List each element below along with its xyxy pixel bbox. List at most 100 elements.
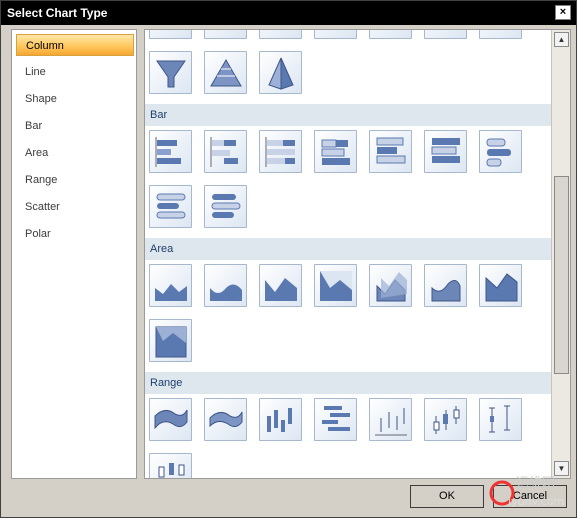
bar-chart-tile[interactable] (369, 130, 412, 173)
vertical-scrollbar[interactable]: ▲ ▼ (551, 30, 570, 478)
chart-tile[interactable] (424, 30, 467, 39)
chart-gallery-pane: Bar Area Range ▲ ▼ (144, 29, 571, 479)
range-area-icon (154, 409, 188, 430)
pyramid-3d-chart-tile[interactable] (259, 51, 302, 94)
errorbar-icon (489, 405, 510, 433)
category-column[interactable]: Column (16, 34, 134, 56)
chart-tile[interactable] (479, 30, 522, 39)
category-label: Area (25, 147, 49, 159)
category-area[interactable]: Area (16, 142, 134, 164)
area-chart-tile[interactable] (204, 264, 247, 307)
watermark-logo-icon: 运维网 iyunv.com (489, 476, 564, 508)
pyramid-3d-icon (268, 57, 294, 90)
pyramid-icon (210, 58, 242, 87)
chart-category-list: Column Line Shape Bar Area Range Scatter… (11, 29, 137, 479)
area-chart-tile[interactable] (314, 264, 357, 307)
category-scatter[interactable]: Scatter (16, 196, 134, 218)
area-3d-smooth-icon (431, 280, 461, 302)
category-label: Scatter (25, 201, 60, 213)
chart-gallery: Bar Area Range (145, 30, 551, 478)
bar-chart-tile[interactable] (424, 130, 467, 173)
chart-tile[interactable] (259, 30, 302, 39)
area-3d-stacked-icon (485, 273, 518, 302)
category-label: Line (25, 66, 46, 78)
funnel-icon (156, 60, 186, 88)
bar-clustered-icon (210, 137, 238, 167)
close-button[interactable]: × (555, 5, 571, 20)
bar-chart-tile[interactable] (149, 130, 192, 173)
bar-cylinder-100-icon (211, 194, 241, 218)
area-chart-tile[interactable] (369, 264, 412, 307)
group-header-bar: Bar (145, 104, 551, 126)
bar-chart-tile[interactable] (259, 130, 302, 173)
area-3d-icon (376, 272, 407, 302)
bar-chart-tile[interactable] (204, 130, 247, 173)
bar-stacked-icon (155, 137, 181, 167)
bar-cylinder-stacked-icon (156, 193, 186, 219)
range-chart-tile[interactable] (314, 398, 357, 441)
category-line[interactable]: Line (16, 61, 134, 83)
watermark: 运维网 iyunv.com (486, 471, 576, 513)
pyramid-chart-tile[interactable] (204, 51, 247, 94)
chart-tile[interactable] (204, 30, 247, 39)
group-header-range: Range (145, 372, 551, 394)
category-bar[interactable]: Bar (16, 115, 134, 137)
range-chart-tile[interactable] (424, 398, 467, 441)
category-range[interactable]: Range (16, 169, 134, 191)
category-shape[interactable]: Shape (16, 88, 134, 110)
category-label: Shape (25, 93, 57, 105)
area-icon (155, 284, 187, 301)
scroll-up-arrow[interactable]: ▲ (554, 32, 569, 47)
area-chart-tile[interactable] (259, 264, 302, 307)
bar-chart-tile[interactable] (314, 130, 357, 173)
ok-button[interactable]: OK (410, 485, 484, 508)
range-chart-tile[interactable] (259, 398, 302, 441)
bar-chart-tile[interactable] (479, 130, 522, 173)
bar-100-icon (265, 137, 295, 167)
range-bar-icon (322, 406, 350, 431)
category-label: Polar (25, 228, 51, 240)
range-spline-icon (209, 411, 243, 428)
bar-chart-tile[interactable] (204, 185, 247, 228)
area-smooth-icon (210, 284, 242, 301)
category-label: Range (25, 174, 58, 186)
area-chart-tile[interactable] (149, 264, 192, 307)
range-chart-tile[interactable] (369, 398, 412, 441)
range-chart-tile[interactable] (479, 398, 522, 441)
dialog-title: Select Chart Type (7, 6, 108, 20)
range-column-icon (267, 408, 292, 432)
chart-tile[interactable] (369, 30, 412, 39)
stock-hlc-icon (375, 408, 407, 436)
title-bar: Select Chart Type × (1, 1, 576, 25)
candlestick-icon (433, 406, 460, 434)
area-3d-100-icon (155, 326, 187, 358)
range-chart-tile[interactable] (149, 453, 192, 478)
chart-tile[interactable] (314, 30, 357, 39)
area-chart-tile[interactable] (149, 319, 192, 362)
range-chart-tile[interactable] (204, 398, 247, 441)
category-polar[interactable]: Polar (16, 223, 134, 245)
funnel-chart-tile[interactable] (149, 51, 192, 94)
select-chart-type-dialog: Select Chart Type × Column Line Shape Ba… (0, 0, 577, 518)
category-label: Bar (25, 120, 43, 132)
category-label: Column (26, 40, 64, 52)
bar-chart-tile[interactable] (149, 185, 192, 228)
area-chart-tile[interactable] (424, 264, 467, 307)
area-100-icon (320, 271, 352, 301)
bar-3d-100-icon (431, 138, 460, 163)
bar-cylinder-icon (486, 138, 511, 167)
group-title: Bar (150, 109, 168, 121)
area-stacked-icon (265, 278, 297, 301)
group-title: Area (150, 243, 174, 255)
group-title: Range (150, 377, 183, 389)
area-chart-tile[interactable] (479, 264, 522, 307)
group-header-area: Area (145, 238, 551, 260)
watermark-line2: iyunv.com (508, 495, 564, 508)
bar-3d-clustered-icon (376, 137, 406, 164)
range-chart-tile[interactable] (149, 398, 192, 441)
bar-3d-stacked-icon (321, 139, 350, 165)
watermark-line1: 运维网 (516, 476, 555, 491)
scrollbar-thumb[interactable] (554, 176, 569, 374)
boxplot-icon (158, 463, 185, 478)
chart-tile[interactable] (149, 30, 192, 39)
